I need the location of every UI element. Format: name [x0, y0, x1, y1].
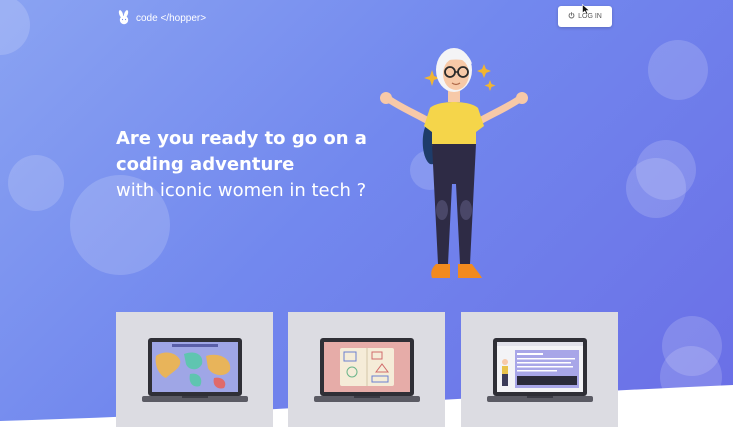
- feature-card[interactable]: [116, 312, 273, 427]
- headline-line-2: coding adventure: [116, 154, 295, 175]
- feature-card[interactable]: [288, 312, 445, 427]
- character-illustration: [380, 48, 528, 278]
- decorative-bubble: [648, 40, 708, 100]
- decorative-bubble: [8, 155, 64, 211]
- brand-logo[interactable]: code </hopper>: [116, 9, 206, 28]
- power-icon: [568, 12, 575, 21]
- code-editor-icon: [487, 338, 593, 402]
- decorative-bubble: [0, 0, 30, 55]
- brand-name: code </hopper>: [136, 13, 207, 24]
- passport-icon: [314, 338, 420, 402]
- feature-card[interactable]: [461, 312, 618, 427]
- headline-line-3: with iconic women in tech ?: [116, 180, 367, 201]
- hero-section: code </hopper> LOG IN Are you ready to g…: [0, 0, 733, 427]
- mouse-cursor-icon: [582, 4, 590, 15]
- decorative-bubble: [626, 158, 686, 218]
- bunny-icon: [116, 9, 132, 28]
- world-map-icon: [142, 338, 248, 402]
- headline-line-1: Are you ready to go on a: [116, 128, 367, 149]
- hero-headline: Are you ready to go on a coding adventur…: [116, 126, 367, 204]
